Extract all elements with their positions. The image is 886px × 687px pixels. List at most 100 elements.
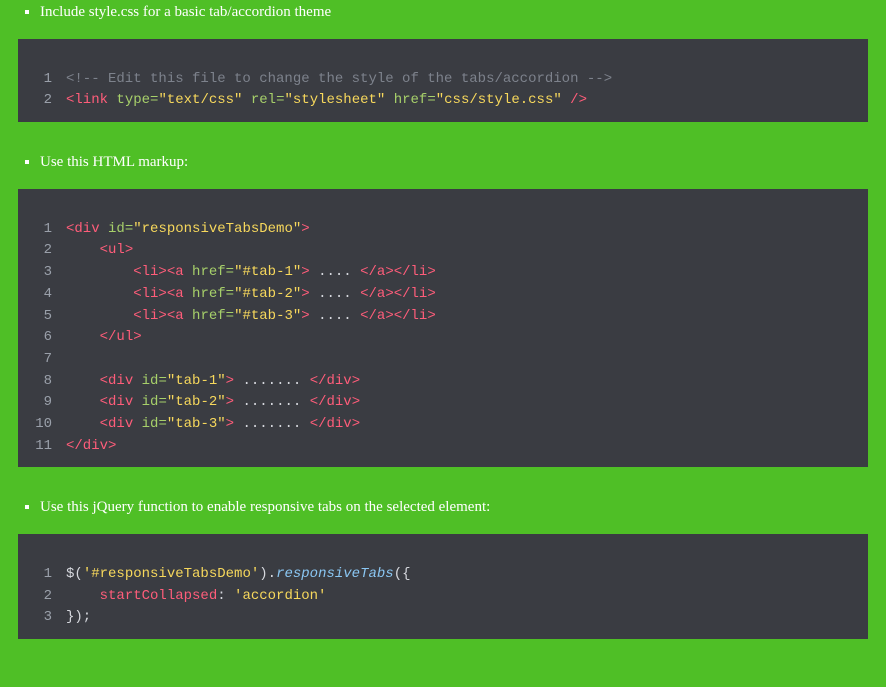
line-number: 3 xyxy=(28,607,52,629)
code-comment: <!-- Edit this file to change the style … xyxy=(66,71,612,87)
line-number: 2 xyxy=(28,586,52,608)
code-eq: = xyxy=(226,264,234,280)
code-tag: </div> xyxy=(310,373,360,389)
line-number: 9 xyxy=(28,392,52,414)
code-tag: <a xyxy=(167,286,184,302)
code-string: "tab-3" xyxy=(167,416,226,432)
code-text: ....... xyxy=(234,416,310,432)
code-attr: href xyxy=(192,264,226,280)
code-tag: <li> xyxy=(133,308,167,324)
code-string: "#tab-1" xyxy=(234,264,301,280)
code-text: }); xyxy=(66,609,91,625)
code-string: "tab-1" xyxy=(167,373,226,389)
code-tag: > xyxy=(226,373,234,389)
line-number: 1 xyxy=(28,69,52,91)
line-number: 8 xyxy=(28,371,52,393)
code-string: "text/css" xyxy=(158,92,242,108)
code-eq: = xyxy=(158,416,166,432)
code-text: ....... xyxy=(234,394,310,410)
line-number: 4 xyxy=(28,284,52,306)
code-tag: > xyxy=(301,286,309,302)
code-attr: type xyxy=(116,92,150,108)
code-text: : xyxy=(217,588,234,604)
code-block-2: 1<div id="responsiveTabsDemo"> 2 <ul> 3 … xyxy=(18,189,868,467)
code-string: "tab-2" xyxy=(167,394,226,410)
line-number: 2 xyxy=(28,240,52,262)
code-block-1: 1 <!-- Edit this file to change the style… xyxy=(18,39,868,122)
code-attr: id xyxy=(142,416,159,432)
code-tag: </div> xyxy=(310,394,360,410)
code-tag: > xyxy=(301,221,309,237)
code-tag: <div xyxy=(100,416,134,432)
code-text: .... xyxy=(310,308,360,324)
code-attr: id xyxy=(108,221,125,237)
code-tag: > xyxy=(226,394,234,410)
line-number: 11 xyxy=(28,436,52,458)
code-text: ({ xyxy=(394,566,411,582)
code-attr: id xyxy=(142,394,159,410)
code-tag: <li> xyxy=(133,264,167,280)
line-number: 5 xyxy=(28,306,52,328)
code-string: '#responsiveTabsDemo' xyxy=(83,566,259,582)
code-tag: > xyxy=(301,264,309,280)
code-string: "#tab-2" xyxy=(234,286,301,302)
code-tag: > xyxy=(226,416,234,432)
code-text: $( xyxy=(66,566,83,582)
code-tag: <ul> xyxy=(100,242,134,258)
code-text: .... xyxy=(310,286,360,302)
line-number: 7 xyxy=(28,349,52,371)
code-tag: </a> xyxy=(360,264,394,280)
code-eq: = xyxy=(158,373,166,389)
code-tag: <link xyxy=(66,92,108,108)
line-number: 10 xyxy=(28,414,52,436)
code-tag: </li> xyxy=(394,286,436,302)
code-attr: id xyxy=(142,373,159,389)
code-tag: /> xyxy=(570,92,587,108)
code-tag: </a> xyxy=(360,286,394,302)
code-attr: href xyxy=(192,308,226,324)
code-tag: <div xyxy=(100,394,134,410)
code-tag: </div> xyxy=(310,416,360,432)
code-eq: = xyxy=(125,221,133,237)
code-key: startCollapsed xyxy=(100,588,218,604)
note-list-3: Use this jQuery function to enable respo… xyxy=(18,495,868,520)
code-tag: <li> xyxy=(133,286,167,302)
note-list-2: Use this HTML markup: xyxy=(18,150,868,175)
line-number: 3 xyxy=(28,262,52,284)
code-tag: > xyxy=(301,308,309,324)
line-number: 1 xyxy=(28,564,52,586)
code-block-3: 1 $('#responsiveTabsDemo').responsiveTabs… xyxy=(18,534,868,639)
code-string: "stylesheet" xyxy=(284,92,385,108)
note-item-1: Include style.css for a basic tab/accord… xyxy=(40,0,868,25)
code-tag: </div> xyxy=(66,438,116,454)
code-attr: href xyxy=(192,286,226,302)
code-string: "responsiveTabsDemo" xyxy=(133,221,301,237)
code-eq: = xyxy=(158,394,166,410)
code-string: "css/style.css" xyxy=(436,92,562,108)
code-eq: = xyxy=(427,92,435,108)
code-function: responsiveTabs xyxy=(276,566,394,582)
code-eq: = xyxy=(226,286,234,302)
code-attr: rel xyxy=(251,92,276,108)
code-tag: </li> xyxy=(394,264,436,280)
code-tag: <a xyxy=(167,308,184,324)
code-string: 'accordion' xyxy=(234,588,326,604)
code-tag: </ul> xyxy=(100,329,142,345)
line-number: 6 xyxy=(28,327,52,349)
code-tag: <div xyxy=(66,221,100,237)
note-item-3: Use this jQuery function to enable respo… xyxy=(40,495,868,520)
line-number: 1 xyxy=(28,219,52,241)
code-string: "#tab-3" xyxy=(234,308,301,324)
code-tag: </a> xyxy=(360,308,394,324)
code-tag: <a xyxy=(167,264,184,280)
code-attr: href xyxy=(394,92,428,108)
code-text: .... xyxy=(310,264,360,280)
code-text: ....... xyxy=(234,373,310,389)
code-tag: </li> xyxy=(394,308,436,324)
note-list-1: Include style.css for a basic tab/accord… xyxy=(18,0,868,25)
code-tag: <div xyxy=(100,373,134,389)
code-eq: = xyxy=(226,308,234,324)
code-text: ). xyxy=(259,566,276,582)
line-number: 2 xyxy=(28,90,52,112)
note-item-2: Use this HTML markup: xyxy=(40,150,868,175)
